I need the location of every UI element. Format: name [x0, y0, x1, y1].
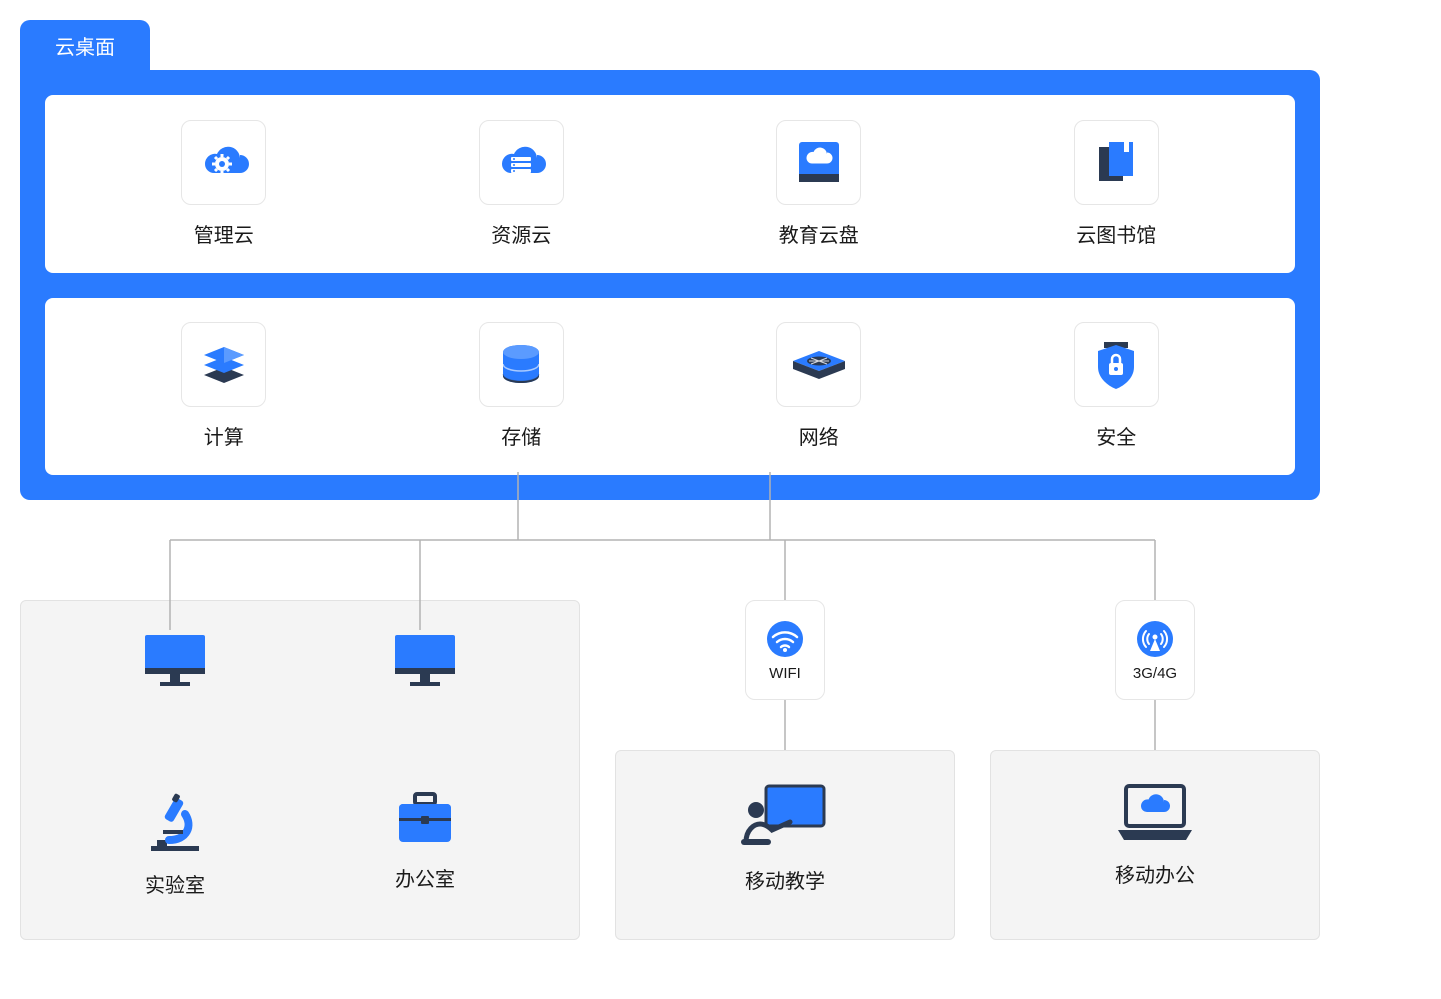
service-edu-cloud-disk: 教育云盘	[744, 120, 894, 248]
monitor-icon	[390, 630, 460, 690]
endpoint-office: 办公室	[375, 790, 475, 892]
endpoint-label: 办公室	[395, 863, 455, 892]
cloud-panel: 管理云 资源云	[20, 70, 1320, 500]
monitor-icon	[140, 630, 210, 690]
wifi-badge: WIFI	[745, 600, 825, 700]
cellular-badge: 3G/4G	[1115, 600, 1195, 700]
service-label: 云图书馆	[1076, 219, 1156, 248]
service-label: 资源云	[491, 219, 551, 248]
service-compute: 计算	[149, 322, 299, 450]
cloud-desktop-diagram: 云桌面	[20, 20, 1320, 940]
cloud-disk-icon	[776, 120, 861, 205]
service-label: 存储	[501, 421, 541, 450]
service-cloud-library: 云图书馆	[1041, 120, 1191, 248]
compute-stack-icon	[181, 322, 266, 407]
lan-group-box	[20, 600, 580, 940]
tab-label: 云桌面	[55, 31, 115, 60]
service-network: 网络	[744, 322, 894, 450]
cloud-services-row-2: 计算 存储	[45, 298, 1295, 476]
endpoint-mobile-office: 移动办公	[1100, 780, 1210, 888]
service-label: 管理云	[194, 219, 254, 248]
teacher-board-icon	[740, 780, 830, 850]
router-icon	[776, 322, 861, 407]
cloud-gear-icon	[181, 120, 266, 205]
cloud-desktop-tab: 云桌面	[20, 20, 150, 70]
microscope-icon	[143, 790, 207, 854]
cloud-services-row-1: 管理云 资源云	[45, 95, 1295, 273]
books-icon	[1074, 120, 1159, 205]
service-label: 教育云盘	[779, 219, 859, 248]
cloud-laptop-icon	[1112, 780, 1198, 844]
service-label: 计算	[204, 421, 244, 450]
service-security: 安全	[1041, 322, 1191, 450]
shield-lock-icon	[1074, 322, 1159, 407]
service-label: 网络	[799, 421, 839, 450]
service-storage: 存储	[446, 322, 596, 450]
service-resource-cloud: 资源云	[446, 120, 596, 248]
endpoint-label: 移动教学	[745, 865, 825, 894]
endpoint-mobile-teaching: 移动教学	[730, 780, 840, 894]
database-icon	[479, 322, 564, 407]
endpoint-lab: 实验室	[125, 790, 225, 898]
briefcase-icon	[393, 790, 457, 848]
service-management-cloud: 管理云	[149, 120, 299, 248]
service-label: 安全	[1096, 421, 1136, 450]
wifi-icon	[765, 619, 805, 659]
wifi-label: WIFI	[769, 665, 801, 682]
cellular-label: 3G/4G	[1133, 665, 1177, 682]
endpoint-label: 移动办公	[1115, 859, 1195, 888]
endpoint-label: 实验室	[145, 869, 205, 898]
cell-tower-icon	[1135, 619, 1175, 659]
cloud-server-icon	[479, 120, 564, 205]
